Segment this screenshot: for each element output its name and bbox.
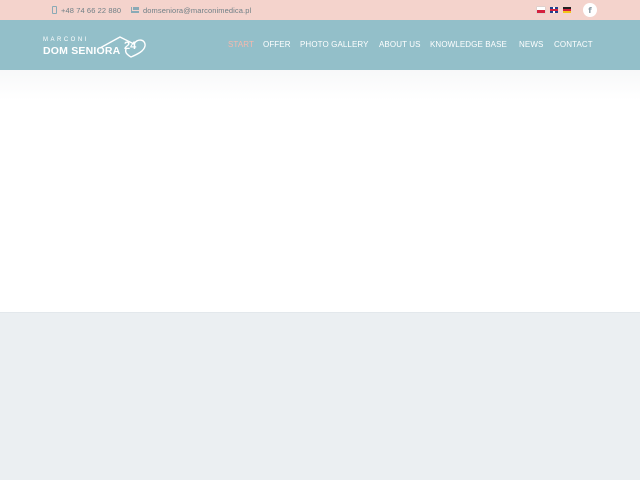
nav-offer[interactable]: OFFER: [263, 40, 291, 49]
nav-photo-gallery[interactable]: PHOTO GALLERY: [300, 40, 369, 49]
site-logo[interactable]: MARCONI DOM SENIORA 24: [43, 34, 153, 60]
email-contact[interactable]: domseniora@marconimedica.pl: [131, 0, 251, 20]
logo-number: 24: [124, 40, 137, 52]
header-shadow: [0, 70, 640, 100]
envelope-icon: [131, 7, 139, 13]
nav-knowledge-base[interactable]: KNOWLEDGE BASE: [430, 40, 507, 49]
top-bar: +48 74 66 22 880 domseniora@marconimedic…: [0, 0, 640, 20]
phone-number[interactable]: +48 74 66 22 880: [61, 6, 121, 15]
phone-contact[interactable]: +48 74 66 22 880: [52, 0, 121, 20]
nav-about-us[interactable]: ABOUT US: [379, 40, 421, 49]
hero-section: [0, 100, 640, 312]
email-address[interactable]: domseniora@marconimedica.pl: [143, 6, 251, 15]
logo-brand: MARCONI: [43, 37, 89, 43]
nav-news[interactable]: NEWS: [519, 40, 543, 49]
flag-pl-icon[interactable]: [537, 7, 545, 13]
flag-de-icon[interactable]: [563, 7, 571, 13]
phone-icon: [52, 6, 57, 14]
content-section: [0, 312, 640, 480]
language-switcher: [537, 7, 571, 13]
house-heart-icon: 24: [99, 36, 146, 58]
nav-contact[interactable]: CONTACT: [554, 40, 593, 49]
facebook-icon[interactable]: f: [583, 3, 597, 17]
flag-en-icon[interactable]: [550, 7, 558, 13]
nav-start[interactable]: START: [228, 40, 254, 49]
main-header: MARCONI DOM SENIORA 24 START OFFER PHOTO…: [0, 20, 640, 70]
